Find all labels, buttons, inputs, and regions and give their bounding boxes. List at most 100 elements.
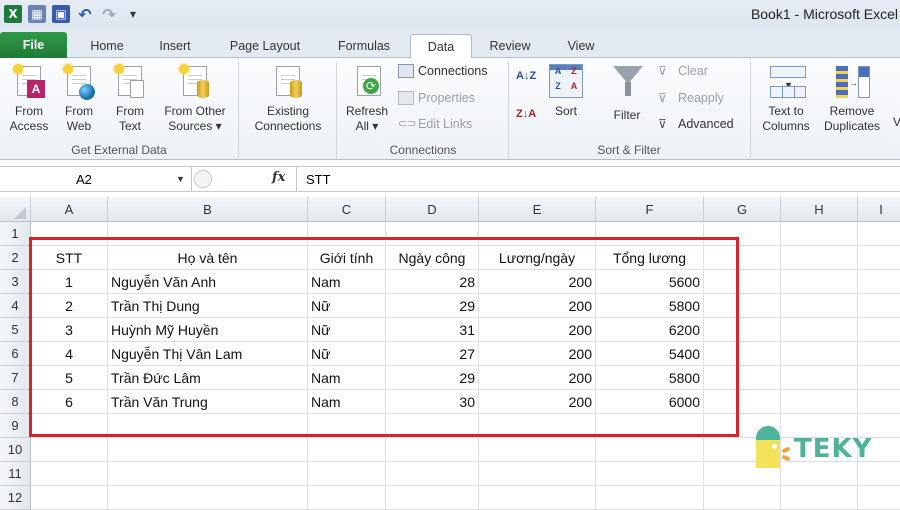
empty-cell[interactable]	[704, 294, 781, 318]
chevron-down-icon[interactable]: ▼	[176, 174, 185, 184]
empty-cell[interactable]	[108, 462, 308, 486]
clear-filter-button[interactable]: ⊽ Clear	[658, 64, 708, 78]
tab-file[interactable]: File	[0, 32, 67, 58]
excel-logo-icon[interactable]: X	[4, 5, 22, 23]
empty-cell[interactable]	[704, 222, 781, 246]
empty-cell[interactable]	[479, 438, 596, 462]
empty-cell[interactable]	[308, 486, 386, 510]
empty-cell[interactable]	[108, 438, 308, 462]
row-header-5[interactable]: 5	[0, 318, 31, 342]
empty-cell[interactable]	[858, 390, 900, 414]
filter-button[interactable]: Filter	[604, 64, 650, 123]
empty-cell[interactable]	[308, 222, 386, 246]
empty-cell[interactable]	[31, 438, 108, 462]
data-cell[interactable]: 2	[31, 294, 108, 318]
data-cell[interactable]: Nguyễn Thị Vân Lam	[108, 342, 308, 366]
data-cell[interactable]: Nữ	[308, 318, 386, 342]
refresh-all-button[interactable]: ⟳ Refresh All ▾	[340, 64, 394, 134]
data-cell[interactable]: 28	[386, 270, 479, 294]
data-cell[interactable]: 5400	[596, 342, 704, 366]
empty-cell[interactable]	[108, 414, 308, 438]
tab-insert[interactable]: Insert	[148, 34, 202, 58]
empty-cell[interactable]	[781, 318, 858, 342]
data-cell[interactable]: Trần Văn Trung	[108, 390, 308, 414]
data-cell[interactable]: 31	[386, 318, 479, 342]
connections-button[interactable]: Connections	[398, 64, 488, 78]
undo-icon[interactable]: ↶	[76, 5, 94, 24]
empty-cell[interactable]	[308, 438, 386, 462]
empty-cell[interactable]	[858, 366, 900, 390]
column-header-h[interactable]: H	[781, 197, 858, 222]
row-header-3[interactable]: 3	[0, 270, 31, 294]
row-header-1[interactable]: 1	[0, 222, 31, 246]
fx-icon[interactable]: fx	[272, 170, 285, 185]
header-cell[interactable]: Ngày công	[386, 246, 479, 270]
row-header-4[interactable]: 4	[0, 294, 31, 318]
tab-formulas[interactable]: Formulas	[326, 34, 402, 58]
header-cell[interactable]: Họ và tên	[108, 246, 308, 270]
sort-button[interactable]: AZZA Sort	[546, 64, 586, 119]
empty-cell[interactable]	[386, 462, 479, 486]
row-header-9[interactable]: 9	[0, 414, 31, 438]
data-cell[interactable]: 6	[31, 390, 108, 414]
redo-icon[interactable]: ↷	[100, 5, 118, 24]
form-icon[interactable]: ▦	[28, 5, 46, 23]
column-header-g[interactable]: G	[704, 197, 781, 222]
column-header-b[interactable]: B	[108, 197, 308, 222]
sort-a-to-z-button[interactable]: A↓Z	[516, 70, 536, 82]
properties-button[interactable]: Properties	[398, 91, 475, 105]
data-cell[interactable]: 200	[479, 270, 596, 294]
row-header-7[interactable]: 7	[0, 366, 31, 390]
tab-review[interactable]: Review	[480, 34, 540, 58]
advanced-filter-button[interactable]: ⊽ Advanced	[658, 117, 734, 131]
data-cell[interactable]: Nam	[308, 390, 386, 414]
data-cell[interactable]: 6200	[596, 318, 704, 342]
empty-cell[interactable]	[704, 342, 781, 366]
row-header-6[interactable]: 6	[0, 342, 31, 366]
data-cell[interactable]: 4	[31, 342, 108, 366]
empty-cell[interactable]	[781, 270, 858, 294]
empty-cell[interactable]	[31, 222, 108, 246]
empty-cell[interactable]	[781, 342, 858, 366]
data-cell[interactable]: 27	[386, 342, 479, 366]
empty-cell[interactable]	[704, 390, 781, 414]
data-cell[interactable]: Nam	[308, 270, 386, 294]
data-cell[interactable]: Nữ	[308, 342, 386, 366]
column-header-c[interactable]: C	[308, 197, 386, 222]
empty-cell[interactable]	[781, 366, 858, 390]
empty-cell[interactable]	[596, 486, 704, 510]
data-cell[interactable]: 5	[31, 366, 108, 390]
empty-cell[interactable]	[386, 414, 479, 438]
from-text-button[interactable]: From Text	[108, 64, 152, 134]
data-validation-button-cut-off[interactable]: V	[890, 115, 900, 130]
data-cell[interactable]: 30	[386, 390, 479, 414]
empty-cell[interactable]	[308, 462, 386, 486]
data-cell[interactable]: Nữ	[308, 294, 386, 318]
tab-view[interactable]: View	[556, 34, 606, 58]
name-box[interactable]: A2 ▼	[0, 167, 192, 191]
empty-cell[interactable]	[858, 246, 900, 270]
empty-cell[interactable]	[479, 222, 596, 246]
empty-cell[interactable]	[308, 414, 386, 438]
empty-cell[interactable]	[858, 222, 900, 246]
data-cell[interactable]: 200	[479, 366, 596, 390]
tab-page-layout[interactable]: Page Layout	[220, 34, 310, 58]
data-cell[interactable]: Nam	[308, 366, 386, 390]
data-cell[interactable]: 200	[479, 390, 596, 414]
empty-cell[interactable]	[108, 486, 308, 510]
row-header-11[interactable]: 11	[0, 462, 31, 486]
data-cell[interactable]: 5800	[596, 294, 704, 318]
tab-data[interactable]: Data	[410, 34, 472, 59]
column-header-d[interactable]: D	[386, 197, 479, 222]
save-icon[interactable]: ▣	[52, 5, 70, 23]
header-cell[interactable]: Tổng lương	[596, 246, 704, 270]
empty-cell[interactable]	[704, 318, 781, 342]
empty-cell[interactable]	[386, 486, 479, 510]
empty-cell[interactable]	[858, 318, 900, 342]
data-cell[interactable]: Nguyễn Văn Anh	[108, 270, 308, 294]
data-cell[interactable]: Trần Thị Dung	[108, 294, 308, 318]
header-cell[interactable]: STT	[31, 246, 108, 270]
column-header-a[interactable]: A	[31, 197, 108, 222]
text-to-columns-button[interactable]: ▼ Text to Columns	[756, 64, 816, 134]
empty-cell[interactable]	[31, 462, 108, 486]
